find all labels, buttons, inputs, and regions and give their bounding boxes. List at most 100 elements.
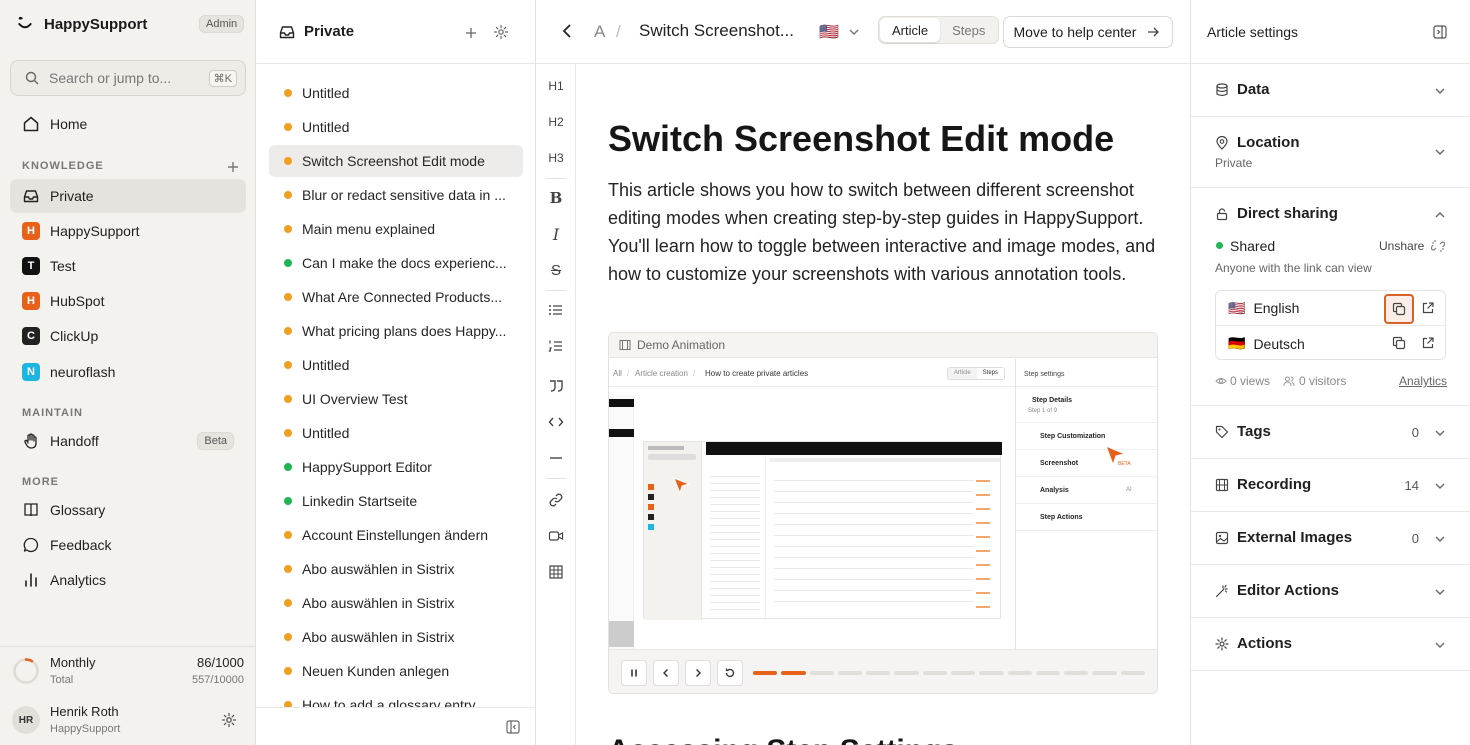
section-heading[interactable]: Accessing Step Settings <box>608 734 958 745</box>
list-item[interactable]: Can I make the docs experienc... <box>269 247 523 279</box>
list-item[interactable]: Switch Screenshot Edit mode <box>269 145 523 177</box>
list-item[interactable]: Untitled <box>269 417 523 449</box>
list-item[interactable]: What pricing plans does Happy... <box>269 315 523 347</box>
sidebar-item-private[interactable]: Private <box>10 179 246 213</box>
progress-segment[interactable] <box>1064 671 1089 675</box>
settings-icon[interactable] <box>492 23 510 41</box>
add-article-icon[interactable] <box>462 24 480 42</box>
sidebar-item-analytics[interactable]: Analytics <box>10 563 246 597</box>
progress-segment[interactable] <box>1035 671 1061 675</box>
progress-segment[interactable] <box>922 671 947 675</box>
bold-button[interactable]: B <box>544 186 568 210</box>
sidebar-item-hubspot[interactable]: H HubSpot <box>10 284 246 318</box>
table-button[interactable] <box>544 560 568 584</box>
search-input[interactable] <box>49 70 201 86</box>
tab-steps[interactable]: Steps <box>940 18 997 42</box>
plan-usage[interactable]: Monthly Total 86/1000 557/10000 <box>12 653 244 689</box>
article-lead[interactable]: This article shows you how to switch bet… <box>608 176 1158 288</box>
user-profile[interactable]: HR Henrik Roth HappySupport <box>12 702 244 738</box>
back-chevron-icon[interactable] <box>558 22 576 40</box>
open-link-button[interactable] <box>1415 295 1441 321</box>
numbered-list-button[interactable] <box>544 334 568 358</box>
progress-segment[interactable] <box>753 671 778 675</box>
list-item[interactable]: Account Einstellungen ändern <box>269 519 523 551</box>
unshare-button[interactable]: Unshare <box>1379 239 1424 253</box>
article-title[interactable]: Switch Screenshot Edit mode <box>608 118 1114 160</box>
move-to-help-center-button[interactable]: Move to help center <box>1003 16 1173 48</box>
progress-segment[interactable] <box>866 671 891 675</box>
section-location[interactable]: Location Private <box>1191 117 1470 188</box>
italic-button[interactable]: I <box>544 222 568 246</box>
link-button[interactable] <box>544 488 568 512</box>
previous-step-button[interactable] <box>653 660 679 686</box>
copy-link-button[interactable] <box>1384 294 1414 324</box>
quote-button[interactable] <box>544 374 568 398</box>
section-recording[interactable]: Recording 14 <box>1191 459 1470 512</box>
search-box[interactable]: ⌘K <box>10 60 246 96</box>
list-item[interactable]: Blur or redact sensitive data in ... <box>269 179 523 211</box>
sidebar-item-feedback[interactable]: Feedback <box>10 528 246 562</box>
gear-icon[interactable] <box>220 711 238 729</box>
divider-button[interactable] <box>544 446 568 470</box>
bullet-list-button[interactable] <box>544 298 568 322</box>
sidebar-toggle-icon[interactable] <box>504 718 522 736</box>
list-item[interactable]: Untitled <box>269 349 523 381</box>
progress-segment[interactable] <box>837 671 863 675</box>
progress-segment[interactable] <box>1007 671 1032 675</box>
open-link-button[interactable] <box>1415 330 1441 356</box>
sidebar-item-happysupport[interactable]: H HappySupport <box>10 214 246 248</box>
nav-home[interactable]: Home <box>10 107 246 141</box>
progress-segment[interactable] <box>1092 671 1117 675</box>
list-item[interactable]: Untitled <box>269 77 523 109</box>
progress-segment[interactable] <box>894 671 919 675</box>
code-button[interactable] <box>544 410 568 434</box>
section-data[interactable]: Data <box>1191 64 1470 117</box>
sidebar-item-handoff[interactable]: Handoff Beta <box>10 424 246 458</box>
list-item[interactable]: Untitled <box>269 111 523 143</box>
heading1-button[interactable]: H1 <box>544 74 568 98</box>
list-item[interactable]: HappySupport Editor <box>269 451 523 483</box>
strikethrough-button[interactable]: S <box>544 258 568 282</box>
list-item[interactable]: Abo auswählen in Sistrix <box>269 587 523 619</box>
progress-segment[interactable] <box>1120 671 1145 675</box>
section-editor-actions[interactable]: Editor Actions <box>1191 565 1470 618</box>
copy-link-button[interactable] <box>1386 330 1412 356</box>
section-tags[interactable]: Tags 0 <box>1191 406 1470 459</box>
analytics-link[interactable]: Analytics <box>1399 374 1447 388</box>
progress-segment[interactable] <box>781 671 806 675</box>
progress-segment[interactable] <box>809 671 834 675</box>
video-button[interactable] <box>544 524 568 548</box>
chevron-up-icon[interactable] <box>1433 208 1447 222</box>
progress-segment[interactable] <box>979 671 1004 675</box>
list-item[interactable]: Main menu explained <box>269 213 523 245</box>
list-item[interactable]: Linkedin Startseite <box>269 485 523 517</box>
article-editor[interactable]: Switch Screenshot Edit mode This article… <box>576 64 1190 745</box>
section-external-images[interactable]: External Images 0 <box>1191 512 1470 565</box>
heading3-button[interactable]: H3 <box>544 146 568 170</box>
list-item[interactable]: Abo auswählen in Sistrix <box>269 621 523 653</box>
brand[interactable]: HappySupport <box>16 12 147 36</box>
list-item[interactable]: UI Overview Test <box>269 383 523 415</box>
add-knowledge-icon[interactable] <box>224 158 242 176</box>
step-progress[interactable] <box>753 671 1145 675</box>
sidebar-item-neuroflash[interactable]: N neuroflash <box>10 355 246 389</box>
list-item[interactable]: Neuen Kunden anlegen <box>269 655 523 687</box>
collapse-panel-icon[interactable] <box>1431 23 1449 41</box>
list-item[interactable]: Abo auswählen in Sistrix <box>269 553 523 585</box>
section-actions[interactable]: Actions <box>1191 618 1470 671</box>
language-flag[interactable]: 🇺🇸 <box>819 22 839 42</box>
chevron-down-icon[interactable] <box>845 23 863 41</box>
next-step-button[interactable] <box>685 660 711 686</box>
sidebar-item-test[interactable]: T Test <box>10 249 246 283</box>
demo-animation-block[interactable]: Demo Animation All / Article creation / … <box>608 332 1158 694</box>
progress-segment[interactable] <box>951 671 976 675</box>
list-item[interactable]: What Are Connected Products... <box>269 281 523 313</box>
sidebar-item-glossary[interactable]: Glossary <box>10 493 246 527</box>
breadcrumb-title[interactable]: Switch Screenshot... <box>639 21 794 41</box>
breadcrumb-root[interactable]: A <box>594 22 605 42</box>
pause-button[interactable] <box>621 660 647 686</box>
replay-button[interactable] <box>717 660 743 686</box>
tab-article[interactable]: Article <box>880 18 941 42</box>
sidebar-item-clickup[interactable]: C ClickUp <box>10 319 246 353</box>
heading2-button[interactable]: H2 <box>544 110 568 134</box>
